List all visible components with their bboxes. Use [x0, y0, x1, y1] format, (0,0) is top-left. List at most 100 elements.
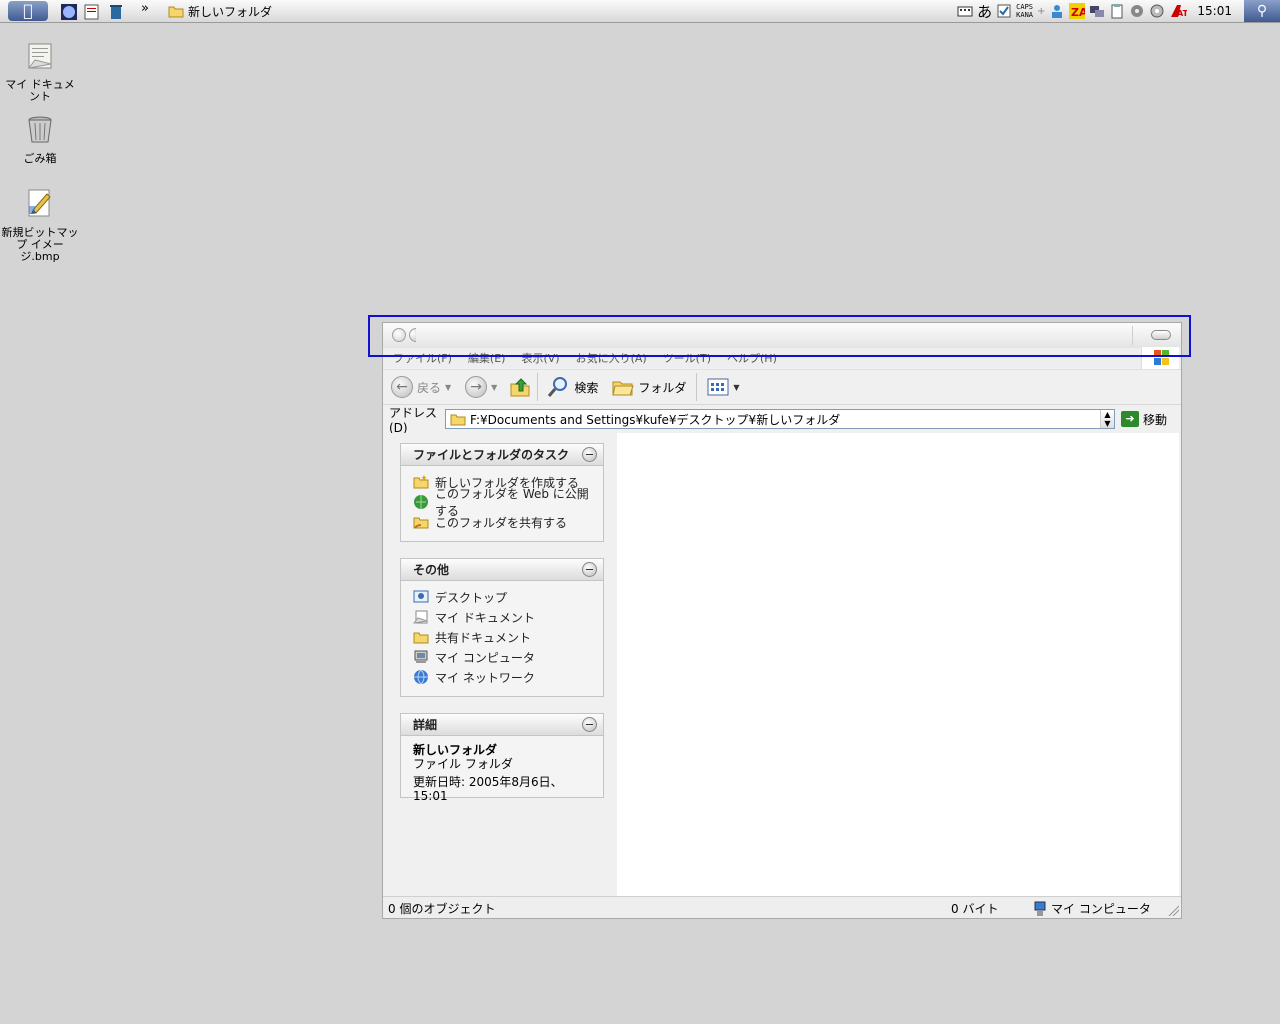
status-object-count: 0 個のオブジェクト — [388, 902, 496, 916]
selection-highlight — [368, 315, 1191, 357]
overflow-chevron[interactable]: » — [141, 1, 149, 16]
caps-label: CAPS — [1016, 3, 1034, 11]
folders-icon — [612, 381, 635, 396]
trash-app-icon[interactable] — [108, 4, 124, 20]
place-my-network[interactable]: マイ ネットワーク — [413, 667, 593, 687]
file-list-area[interactable] — [617, 433, 1179, 896]
svg-text:ATI: ATI — [1177, 9, 1187, 18]
ime-indicator[interactable]: あ — [977, 1, 992, 22]
address-label: アドレス(D) — [389, 405, 438, 435]
zonealarm-icon[interactable]: ZA — [1069, 3, 1086, 19]
views-dropdown-icon[interactable]: ▼ — [733, 383, 739, 392]
collapse-icon[interactable] — [582, 717, 597, 732]
share-folder-icon — [413, 517, 429, 529]
computer-zone-icon — [1034, 901, 1046, 916]
status-zone: マイ コンピュータ — [1033, 900, 1151, 917]
forward-dropdown-icon[interactable]: ▼ — [491, 383, 497, 392]
search-button[interactable]: 検索 — [546, 375, 598, 399]
folders-label: フォルダ — [638, 380, 687, 395]
details-modified: 更新日時: 2005年8月6日、15:01 — [413, 775, 563, 803]
audio-icon[interactable] — [1129, 3, 1145, 19]
kana-label: KANA — [1016, 11, 1034, 19]
file-folder-tasks-panel: ファイルとフォルダのタスク 新しいフォルダを作成する このフォルダを Web に… — [400, 443, 604, 542]
desktop-icon-recycle-bin[interactable]: ごみ箱 — [0, 112, 80, 165]
up-folder-button[interactable] — [509, 376, 531, 398]
task-publish-web[interactable]: このフォルダを Web に公開する — [413, 487, 593, 518]
keyboard-icon[interactable] — [957, 5, 973, 17]
explorer-window: ファイル(F) 編集(E) 表示(V) お気に入り(A) ツール(T) ヘルプ(… — [382, 322, 1182, 919]
disc-icon[interactable] — [1149, 3, 1165, 19]
bitmap-file-icon — [28, 189, 51, 217]
views-icon — [707, 378, 729, 396]
details-panel-header[interactable]: 詳細 — [401, 714, 603, 736]
new-folder-icon — [413, 475, 429, 489]
address-bar: アドレス(D) F:¥Documents and Settings¥kufe¥デ… — [383, 406, 1181, 435]
address-dropdown-icon[interactable]: ▲ ▼ — [1100, 410, 1114, 428]
my-documents-icon — [27, 43, 52, 69]
desktop-icon — [413, 590, 429, 603]
search-icon — [548, 377, 568, 397]
back-dropdown-icon[interactable]: ▼ — [445, 383, 451, 392]
details-panel-body: 新しいフォルダ ファイル フォルダ 更新日時: 2005年8月6日、15:01 — [401, 736, 603, 811]
tasks-panel-header[interactable]: ファイルとフォルダのタスク — [401, 444, 603, 466]
ati-icon[interactable]: ATI — [1169, 3, 1187, 19]
caps-kana-indicator: CAPS KANA — [1016, 3, 1033, 19]
my-computer-icon — [414, 650, 428, 663]
place-label: デスクトップ — [435, 590, 508, 605]
task-pane: ファイルとフォルダのタスク 新しいフォルダを作成する このフォルダを Web に… — [384, 433, 617, 896]
place-label: マイ コンピュータ — [435, 650, 535, 665]
back-label: 戻る — [417, 380, 442, 395]
place-desktop[interactable]: デスクトップ — [413, 587, 593, 607]
address-value: F:¥Documents and Settings¥kufe¥デスクトップ¥新し… — [470, 412, 841, 427]
go-button[interactable]: ➜ 移動 — [1121, 411, 1167, 428]
clock[interactable]: 15:01 — [1197, 4, 1232, 18]
place-label: 共有ドキュメント — [435, 630, 532, 645]
tasks-panel-body: 新しいフォルダを作成する このフォルダを Web に公開する このフォルダを共有… — [401, 466, 603, 540]
other-panel-header[interactable]: その他 — [401, 559, 603, 581]
toolbar-separator — [696, 373, 698, 401]
resize-grip[interactable] — [1167, 904, 1179, 916]
place-shared-documents[interactable]: 共有ドキュメント — [413, 627, 593, 647]
forward-button[interactable]: → ▼ — [465, 376, 497, 398]
shared-documents-icon — [413, 632, 429, 644]
document-app-icon[interactable] — [84, 4, 100, 20]
apple-menu-icon[interactable]:  — [8, 1, 48, 21]
go-arrow-icon: ➜ — [1121, 411, 1139, 427]
active-folder-label: 新しいフォルダ — [188, 4, 273, 19]
dictionary-icon[interactable] — [996, 3, 1012, 19]
details-panel: 詳細 新しいフォルダ ファイル フォルダ 更新日時: 2005年8月6日、15:… — [400, 713, 604, 803]
collapse-icon[interactable] — [582, 562, 597, 577]
folders-button[interactable]: フォルダ — [612, 377, 686, 397]
network-icon[interactable] — [1089, 3, 1105, 19]
spotlight-search-icon[interactable]: ⚲ — [1244, 0, 1280, 22]
place-label: マイ ドキュメント — [435, 610, 535, 625]
plus-icon: + — [1037, 5, 1046, 17]
collapse-icon[interactable] — [582, 447, 597, 462]
details-type: ファイル フォルダ — [413, 757, 513, 771]
go-label: 移動 — [1143, 412, 1168, 427]
standard-toolbar: ← 戻る ▼ → ▼ 検索 フォルダ ▼ — [383, 369, 1181, 405]
menu-bar:  » 新しいフォルダ あ CAPS KANA + ZA ATI 15:01 ⚲ — [0, 0, 1280, 23]
views-button[interactable]: ▼ — [707, 378, 740, 396]
task-share-folder[interactable]: このフォルダを共有する — [413, 512, 593, 532]
desktop-icon-label: 新規ビットマップ イメージ.bmp — [1, 226, 79, 263]
back-button[interactable]: ← 戻る ▼ — [391, 376, 451, 398]
forward-arrow-icon: → — [465, 376, 488, 398]
place-my-documents[interactable]: マイ ドキュメント — [413, 607, 593, 627]
active-folder-menu[interactable]: 新しいフォルダ — [168, 2, 272, 20]
desktop-icon-bitmap[interactable]: 新規ビットマップ イメージ.bmp — [0, 186, 80, 263]
svg-text:ZA: ZA — [1071, 6, 1085, 19]
place-my-computer[interactable]: マイ コンピュータ — [413, 647, 593, 667]
address-field[interactable]: F:¥Documents and Settings¥kufe¥デスクトップ¥新し… — [445, 409, 1115, 429]
other-panel-title: その他 — [413, 563, 450, 577]
desktop-icon-my-documents[interactable]: マイ ドキュメント — [0, 38, 80, 103]
place-label: マイ ネットワーク — [435, 670, 535, 685]
folder-icon — [450, 414, 466, 425]
menu-extras: あ CAPS KANA + ZA ATI 15:01 — [957, 0, 1232, 22]
desktop-icon-label: ごみ箱 — [23, 152, 57, 165]
search-label: 検索 — [574, 380, 599, 395]
clipboard-icon[interactable] — [1109, 3, 1125, 19]
globe-app-icon[interactable] — [61, 4, 77, 20]
details-panel-title: 詳細 — [413, 718, 438, 732]
user-icon[interactable] — [1049, 3, 1065, 19]
